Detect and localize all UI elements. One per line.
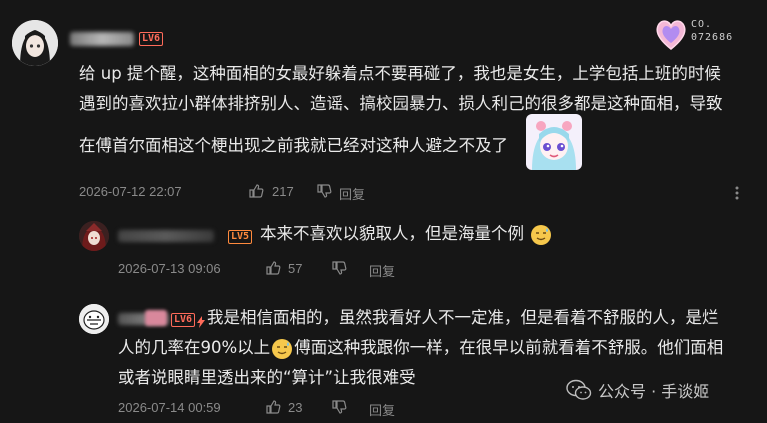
heart-badge-icon [656, 20, 686, 50]
comment-date: 2026-07-14 00:59 [118, 400, 221, 415]
avatar-image [79, 304, 109, 334]
username[interactable] [70, 32, 134, 46]
badge-line-1: CO. [691, 19, 713, 30]
level-badge: LV5 [228, 230, 253, 244]
decoration-badge[interactable]: CO. 072686 [653, 16, 757, 52]
comment-text: 我是相信面相的，虽然我看好人不一定准，但是看着不舒服的人，是烂 [207, 303, 719, 333]
thumbs-down-icon [332, 400, 347, 414]
comment-meta: 2026-07-13 09:06 57 回复 [118, 260, 538, 280]
comment-line: 在傅首尔面相这个梗出现之前我就已经对这种人避之不及了 [79, 136, 508, 155]
thumbs-up-icon [266, 400, 281, 414]
comment-line: 本来不喜欢以貌取人，但是海量个例 [260, 224, 524, 243]
avatar-image [79, 221, 109, 251]
comment-line: 遇到的喜欢拉小群体排挤别人、造谣、搞校园暴力、损人利己的很多都是这种面相，导致 [79, 94, 723, 113]
comment-meta: 2026-07-14 00:59 23 回复 [118, 399, 538, 419]
thumbs-down-icon [332, 261, 347, 275]
sticker-image [526, 114, 582, 170]
comment-text: 给 up 提个醒，这种面相的女最好躲着点不要再碰了，我也是女生，上学包括上班的时… [79, 59, 723, 161]
username-tag [145, 310, 167, 326]
avatar-image [12, 20, 58, 66]
username[interactable] [118, 230, 214, 242]
like-count: 217 [272, 184, 294, 199]
watermark-text: 公众号 · 手谈姬 [598, 382, 710, 401]
sweat-emoji-icon [272, 338, 293, 359]
like-count: 23 [288, 400, 303, 415]
comment-date: 2026-07-13 09:06 [118, 261, 221, 276]
avatar[interactable] [79, 304, 109, 334]
avatar[interactable] [12, 20, 58, 66]
comment-meta: 2026-07-12 22:07 217 回复 [79, 183, 599, 203]
wechat-logo-icon [566, 379, 592, 400]
dislike-button[interactable] [316, 183, 332, 202]
reply-button[interactable]: 回复 [339, 184, 365, 203]
comment-text: 本来不喜欢以貌取人，但是海量个例 [260, 219, 552, 249]
comment-date: 2026-07-12 22:07 [79, 184, 182, 199]
like-count: 57 [288, 261, 303, 276]
sweat-emoji-icon [531, 224, 552, 245]
thumbs-down-icon [317, 184, 332, 198]
avatar[interactable] [79, 221, 109, 251]
reply-button[interactable]: 回复 [369, 261, 395, 280]
thumbs-up-icon [249, 184, 264, 198]
badge-line-2: 072686 [691, 32, 734, 43]
watermark: 公众号 · 手谈姬 [566, 376, 709, 404]
dislike-button[interactable] [331, 399, 347, 418]
dislike-button[interactable] [331, 260, 347, 279]
reply-button[interactable]: 回复 [369, 400, 395, 419]
like-button[interactable] [265, 260, 281, 279]
comment-line: 我是相信面相的，虽然我看好人不一定准，但是看着不舒服的人，是烂 [207, 308, 719, 327]
thumbs-up-icon [266, 261, 281, 275]
like-button[interactable] [248, 183, 264, 202]
comment-line: 给 up 提个醒，这种面相的女最好躲着点不要再碰了，我也是女生，上学包括上班的时… [79, 64, 721, 83]
comment-line: 人的几率在90%以上 傅面这种我跟你一样，在很早以前就看着不舒服。他们面相 [118, 338, 724, 359]
level-bolt-icon [197, 313, 205, 328]
level-badge: LV6 [171, 313, 196, 327]
more-options-icon[interactable] [729, 185, 745, 201]
like-button[interactable] [265, 399, 281, 418]
level-badge: LV6 [139, 32, 164, 46]
